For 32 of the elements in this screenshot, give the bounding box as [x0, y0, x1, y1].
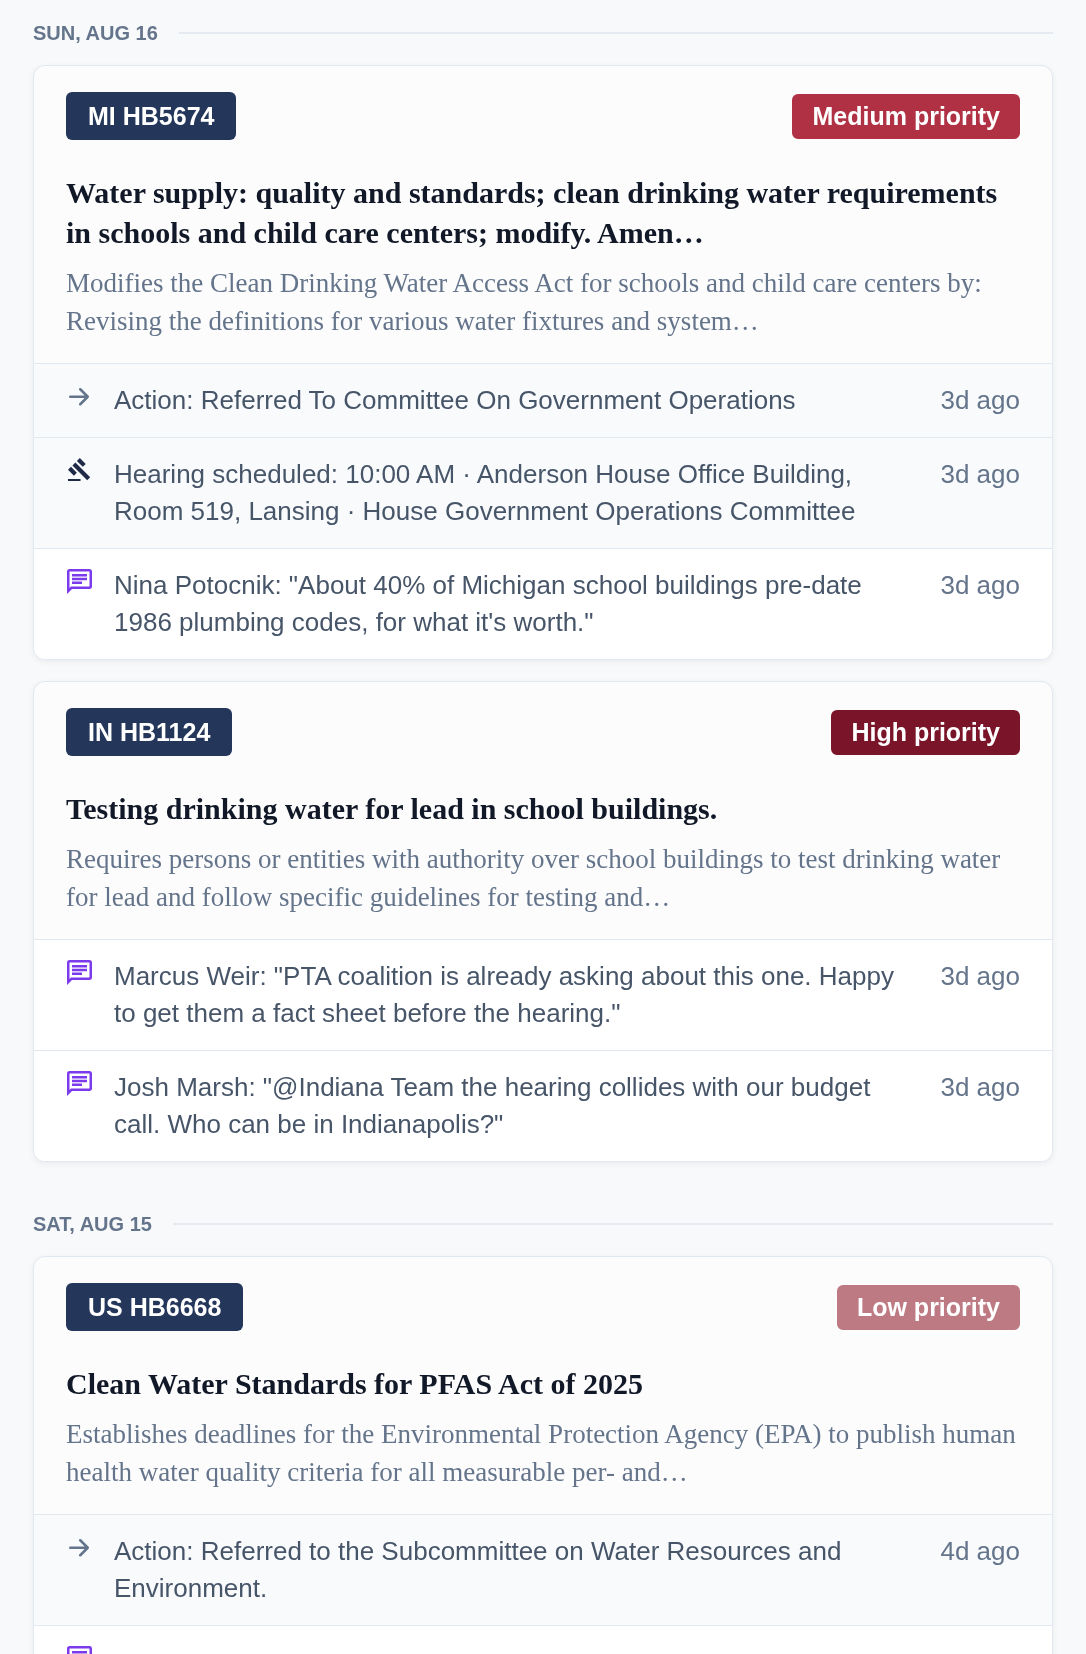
arrow-right-icon — [69, 1539, 89, 1557]
activity-time: 3d ago — [940, 384, 1020, 417]
activity-text: Action: Referred to the Subcommittee on Water Resources and Environment. — [114, 1535, 843, 1605]
priority-badge: High priority — [831, 709, 1020, 755]
activity-text: Marcus Weir: "PTA coalition is already asking about this one. Happy to get them a fact sheet before the hearing." — [114, 960, 895, 1030]
arrow-right-icon — [69, 388, 89, 406]
bill-title: Clean Water Standards for PFAS Act of 2025 — [66, 1366, 644, 1402]
bill-summary: Establishes deadlines for the Environmental Protection Agency (EPA) to publish human health water quality criteria for all measurable per- and… — [66, 1418, 1017, 1489]
activity-time: 4d ago — [940, 1535, 1020, 1568]
bill-title: Testing drinking water for lead in school buildings. — [66, 791, 719, 827]
activity-time: 3d ago — [940, 569, 1020, 602]
bill-number-badge: IN HB1124 — [66, 708, 233, 756]
bill-title: Water supply: quality and standards; clean drinking water requirements in schools and child care centers; modify. Amen… — [66, 175, 999, 251]
priority-badge: Low priority — [836, 1284, 1020, 1330]
activity-time: 3d ago — [940, 960, 1020, 993]
activity-text: Nina Potocnik: "About 40% of Michigan school buildings pre-date 1986 plumbing codes, for what it's worth." — [114, 569, 863, 639]
bill-summary: Modifies the Clean Drinking Water Access Act for schools and child care centers by: Revising the definitions for various water fixtures and system… — [66, 267, 983, 338]
activity-time: 3d ago — [940, 1071, 1020, 1104]
date-heading: SAT, AUG 15 — [33, 1212, 152, 1236]
activity-text: Hearing scheduled: 10:00 AM · Anderson House Office Building, Room 519, Lansing · House Government Operations Committee — [114, 458, 857, 528]
gavel-icon — [67, 458, 91, 481]
bill-number-badge: US HB6668 — [66, 1283, 244, 1331]
bill-number-badge: MI HB5674 — [66, 92, 237, 140]
comment-icon — [66, 569, 92, 594]
activity-text: Josh Marsh: "@Indiana Team the hearing collides with our budget call. Who can be in Indianapolis?" — [114, 1071, 872, 1141]
priority-badge: Medium priority — [792, 93, 1020, 139]
date-heading: SUN, AUG 16 — [33, 21, 158, 45]
activity-time: 3d ago — [940, 458, 1020, 491]
comment-icon — [66, 1071, 92, 1096]
bill-summary: Requires persons or entities with authority over school buildings to test drinking water for lead and follow specific guidelines for testing and… — [66, 843, 1002, 914]
comment-icon — [66, 960, 92, 985]
activity-text: Action: Referred To Committee On Government Operations — [114, 384, 797, 417]
